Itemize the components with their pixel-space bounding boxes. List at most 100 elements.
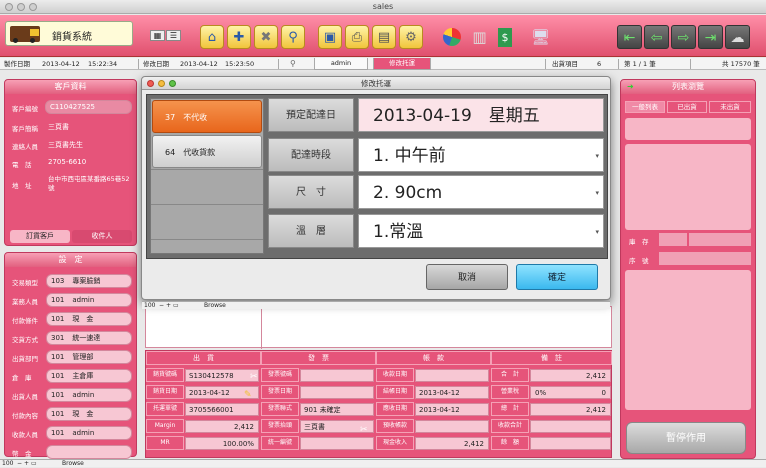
home-button[interactable]: ⌂ [200, 25, 224, 49]
account-value[interactable]: 2013-04-12 [415, 386, 489, 399]
option-no-cod[interactable]: 37 不代收 [152, 100, 262, 133]
setting-field[interactable]: 101 現 金 [46, 407, 132, 421]
next-record-button[interactable]: ⇨ [671, 25, 696, 49]
temperature-select[interactable]: 1.常溫 ▾ [358, 214, 604, 248]
scissors-icon-2[interactable]: ✂ [360, 425, 368, 435]
account-section-header: 帳 款 [376, 351, 491, 365]
tab-order-customer[interactable]: 訂貨客戶 [10, 230, 70, 243]
setting-field[interactable]: 101 主倉庫 [46, 369, 132, 383]
cancel-button[interactable]: 取消 [426, 264, 508, 290]
dialog-zoom-level: 100 [144, 302, 156, 309]
zoom-in-icon[interactable]: + [166, 302, 171, 309]
setting-field[interactable]: 101 現 金 [46, 312, 132, 326]
temperature-value: 1.常溫 [373, 222, 424, 242]
dialog-zoom-button[interactable] [169, 80, 176, 87]
left-arrow-icon: ⇦ [650, 30, 663, 46]
tab-user[interactable]: admin [314, 58, 368, 70]
pencil-icon[interactable]: ✎ [244, 390, 252, 400]
phone-label: 電 話 [12, 161, 32, 169]
size-select[interactable]: 2. 90cm ▾ [358, 175, 604, 209]
setting-field[interactable]: 101 管理部 [46, 350, 132, 364]
gear-icon: ⚙ [405, 30, 417, 45]
settings-panel-header: 設 定 [5, 253, 136, 267]
setting-value: 現 金 [72, 315, 94, 323]
customer-panel-header: 客戶資料 [5, 80, 136, 94]
totals-value[interactable]: 0% 0 [530, 386, 611, 399]
add-record-button[interactable]: ✚ [227, 25, 251, 49]
dialog-titlebar: 修改托運 [142, 77, 610, 90]
toolbar-toggle-icon[interactable]: ▭ [173, 302, 179, 309]
invoice-value[interactable]: 901 未確定 [300, 403, 374, 416]
invoice-value[interactable] [300, 369, 374, 382]
account-value[interactable] [415, 420, 489, 433]
setting-field[interactable]: 101 admin [46, 388, 132, 402]
cloud-sync-button[interactable]: ☁ [725, 25, 750, 49]
tab-modify-shipping[interactable]: 修改托運 [373, 58, 431, 70]
setting-value: 主倉庫 [72, 372, 94, 380]
totals-value[interactable]: 2,412 [530, 369, 611, 382]
setting-field[interactable]: 301 統一速達 [46, 331, 132, 345]
size-value: 2. 90cm [373, 183, 443, 203]
pause-button[interactable]: 暫停作用 [626, 422, 746, 454]
delete-record-button[interactable]: ✖ [254, 25, 278, 49]
confirm-button[interactable]: 確定 [516, 264, 598, 290]
customer-id-field[interactable]: C110427525 [45, 100, 132, 114]
tab-not-shipped[interactable]: 未出貨 [709, 101, 751, 113]
tab-shipped[interactable]: 已出貨 [667, 101, 707, 113]
setting-value: 現 金 [72, 410, 94, 418]
picture-button[interactable]: ▣ [318, 25, 342, 49]
dialog-minimize-button[interactable] [158, 80, 165, 87]
temperature-label: 溫 層 [268, 214, 354, 248]
tab-recipient[interactable]: 收件人 [72, 230, 132, 243]
money-button[interactable]: $ [493, 25, 518, 49]
invoice-value[interactable] [300, 437, 374, 450]
contact-label: 連絡人員 [12, 143, 38, 151]
list-results[interactable] [625, 144, 751, 230]
zoom-out-icon[interactable]: − [159, 302, 164, 309]
setting-field[interactable]: 101 admin [46, 293, 132, 307]
previous-record-button[interactable]: ⇦ [644, 25, 669, 49]
list-filter-box[interactable] [625, 118, 751, 140]
ship-value[interactable]: S130412578 [185, 369, 259, 382]
setting-field[interactable] [46, 445, 132, 459]
list-view-button[interactable]: ☰ [166, 30, 181, 41]
setting-field[interactable]: 103 專案臉銷 [46, 274, 132, 288]
ledger-button[interactable]: ▥ [467, 25, 492, 49]
chevron-down-icon: ▾ [595, 152, 599, 160]
last-record-button[interactable]: ⇥ [698, 25, 723, 49]
first-record-button[interactable]: ⇤ [617, 25, 642, 49]
first-arrow-icon: ⇤ [623, 30, 636, 46]
customer-id-label: 客戶編號 [12, 105, 38, 113]
search-button[interactable]: ⚲ [281, 25, 305, 49]
close-window-button[interactable] [5, 3, 13, 11]
totals-value[interactable]: 2,412 [530, 403, 611, 416]
invoice-value[interactable] [300, 386, 374, 399]
account-value[interactable]: 2,412 [415, 437, 489, 450]
ship-value[interactable]: 100.00% [185, 437, 259, 450]
dialog-close-button[interactable] [147, 80, 154, 87]
scissors-icon[interactable]: ✂ [250, 372, 258, 382]
pie-chart-button[interactable] [440, 25, 465, 49]
zoom-window-button[interactable] [29, 3, 37, 11]
option-cod[interactable]: 64 代收貨款 [152, 135, 262, 168]
totals-value[interactable] [530, 420, 611, 433]
setting-value: 管理部 [72, 353, 94, 361]
delivery-date-field[interactable]: 2013-04-19 星期五 [358, 98, 604, 132]
grid-view-button[interactable]: ▦ [150, 30, 165, 41]
print-button[interactable]: ⎙ [345, 25, 369, 49]
tab-general-list[interactable]: 一般列表 [625, 101, 665, 113]
account-value[interactable] [415, 369, 489, 382]
minimize-window-button[interactable] [17, 3, 25, 11]
account-value[interactable]: 2013-04-12 [415, 403, 489, 416]
setting-code: 103 [51, 277, 65, 285]
totals-value[interactable] [530, 437, 611, 450]
setting-value: admin [72, 429, 95, 437]
setting-field[interactable]: 101 admin [46, 426, 132, 440]
settings-button[interactable]: ⚙ [399, 25, 423, 49]
document-button[interactable]: ▤ [372, 25, 396, 49]
ship-value[interactable]: 2,412 [185, 420, 259, 433]
ship-value[interactable]: 3705566001 [185, 403, 259, 416]
serial-list[interactable] [625, 270, 751, 410]
computer-button[interactable]: 🖥 [528, 25, 553, 49]
time-slot-select[interactable]: 1. 中午前 ▾ [358, 138, 604, 172]
